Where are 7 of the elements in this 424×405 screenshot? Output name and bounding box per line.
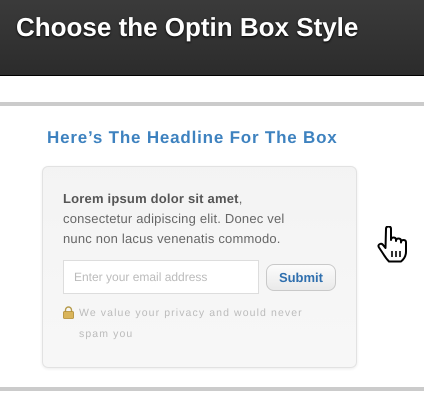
submit-button[interactable]: Submit xyxy=(266,264,336,290)
body-text: Lorem ipsum dolor sit amet, consectetur adipiscing elit. Donec vel nunc non lacus venenatis commodo. xyxy=(63,190,286,248)
box-headline: Here’s The Headline For The Box xyxy=(46,128,339,148)
privacy-note: We value your privacy and would never spam you xyxy=(79,306,304,342)
page-title: Choose the Optin Box Style xyxy=(16,12,358,42)
lock-icon xyxy=(63,306,74,319)
email-field[interactable]: Enter your email address xyxy=(63,260,259,294)
